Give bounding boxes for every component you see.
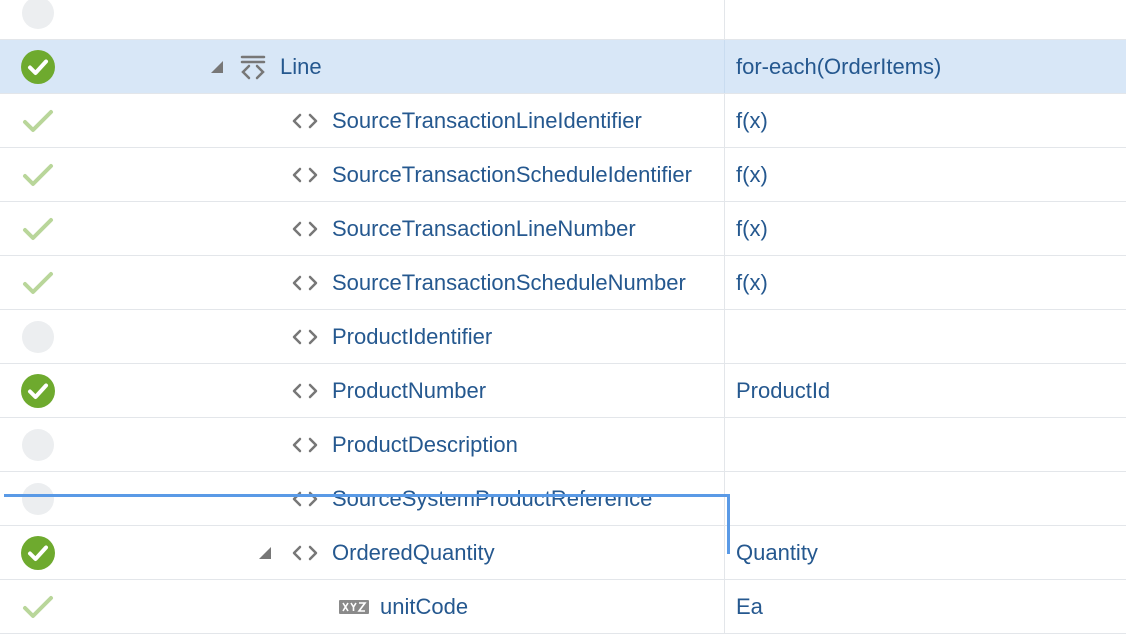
tree-row[interactable]: ProductDescription (0, 418, 1126, 472)
node-label[interactable]: SourceTransactionScheduleIdentifier (332, 162, 692, 188)
mapping-value[interactable]: Quantity (736, 540, 818, 566)
column-divider (724, 310, 725, 363)
tree-row[interactable]: SourceTransactionLineNumber f(x) (0, 202, 1126, 256)
status-empty-icon (22, 482, 54, 515)
node-label[interactable]: SourceSystemProductReference (332, 486, 652, 512)
collapse-triangle-icon[interactable] (210, 60, 224, 74)
tree-row[interactable]: unitCode Ea (0, 580, 1126, 634)
element-code-icon (290, 325, 320, 349)
status-empty-icon (22, 0, 54, 29)
tree-row[interactable]: SourceTransactionScheduleIdentifier f(x) (0, 148, 1126, 202)
status-partial-check-icon (21, 212, 55, 246)
tree-node: ProductIdentifier (290, 324, 492, 350)
tree-row-ordered-quantity[interactable]: OrderedQuantity Quantity (0, 526, 1126, 580)
tree-node: ProductNumber (290, 378, 486, 404)
tree-row[interactable]: ProductIdentifier (0, 310, 1126, 364)
column-divider (724, 0, 725, 39)
element-code-icon (290, 379, 320, 403)
status-partial-check-icon (21, 266, 55, 300)
tree-row-partial[interactable] (0, 0, 1126, 40)
node-label[interactable]: OrderedQuantity (332, 540, 495, 566)
tree-row-line[interactable]: Line for-each(OrderItems) (0, 40, 1126, 94)
column-divider (724, 526, 725, 579)
column-divider (724, 40, 725, 93)
column-divider (724, 94, 725, 147)
column-divider (724, 580, 725, 633)
mapping-value[interactable]: for-each(OrderItems) (736, 54, 941, 80)
column-divider (724, 256, 725, 309)
mapping-tree-grid: Line for-each(OrderItems) SourceTransact… (0, 0, 1126, 634)
element-code-icon (290, 487, 320, 511)
tree-node: ProductDescription (290, 432, 518, 458)
element-code-icon (290, 433, 320, 457)
node-label[interactable]: ProductDescription (332, 432, 518, 458)
node-label[interactable]: ProductIdentifier (332, 324, 492, 350)
tree-row[interactable]: ProductNumber ProductId (0, 364, 1126, 418)
collapse-triangle-icon[interactable] (258, 546, 272, 560)
column-divider (724, 148, 725, 201)
mapping-value[interactable]: ProductId (736, 378, 830, 404)
element-code-icon (290, 109, 320, 133)
attribute-xyz-icon (338, 595, 370, 619)
element-code-icon (290, 271, 320, 295)
node-label[interactable]: SourceTransactionLineNumber (332, 216, 636, 242)
node-label[interactable]: Line (280, 54, 322, 80)
mapping-value[interactable]: f(x) (736, 108, 768, 134)
status-ok-icon (21, 373, 55, 408)
tree-row[interactable]: SourceSystemProductReference (0, 472, 1126, 526)
tree-row[interactable]: SourceTransactionScheduleNumber f(x) (0, 256, 1126, 310)
status-ok-icon (21, 49, 55, 84)
status-empty-icon (22, 320, 54, 353)
status-empty-icon (22, 428, 54, 461)
tree-node: SourceTransactionScheduleIdentifier (290, 162, 692, 188)
status-partial-check-icon (21, 158, 55, 192)
repeat-element-icon (238, 55, 268, 79)
tree-node: unitCode (338, 594, 468, 620)
node-label[interactable]: ProductNumber (332, 378, 486, 404)
tree-node-line: Line (210, 54, 322, 80)
element-code-icon (290, 217, 320, 241)
status-partial-check-icon (21, 590, 55, 624)
column-divider (724, 202, 725, 255)
mapping-value[interactable]: f(x) (736, 162, 768, 188)
tree-node: SourceTransactionLineNumber (290, 216, 636, 242)
element-code-icon (290, 541, 320, 565)
tree-node: SourceTransactionScheduleNumber (290, 270, 686, 296)
tree-node: SourceTransactionLineIdentifier (290, 108, 642, 134)
mapping-value[interactable]: Ea (736, 594, 763, 620)
node-label[interactable]: SourceTransactionLineIdentifier (332, 108, 642, 134)
tree-node: SourceSystemProductReference (290, 486, 652, 512)
node-label[interactable]: unitCode (380, 594, 468, 620)
mapping-value[interactable]: f(x) (736, 216, 768, 242)
element-code-icon (290, 163, 320, 187)
node-label[interactable]: SourceTransactionScheduleNumber (332, 270, 686, 296)
tree-node: OrderedQuantity (258, 540, 495, 566)
mapping-value[interactable]: f(x) (736, 270, 768, 296)
column-divider (724, 418, 725, 471)
status-ok-icon (21, 535, 55, 570)
column-divider (724, 364, 725, 417)
column-divider (724, 472, 725, 525)
tree-row[interactable]: SourceTransactionLineIdentifier f(x) (0, 94, 1126, 148)
status-partial-check-icon (21, 104, 55, 138)
